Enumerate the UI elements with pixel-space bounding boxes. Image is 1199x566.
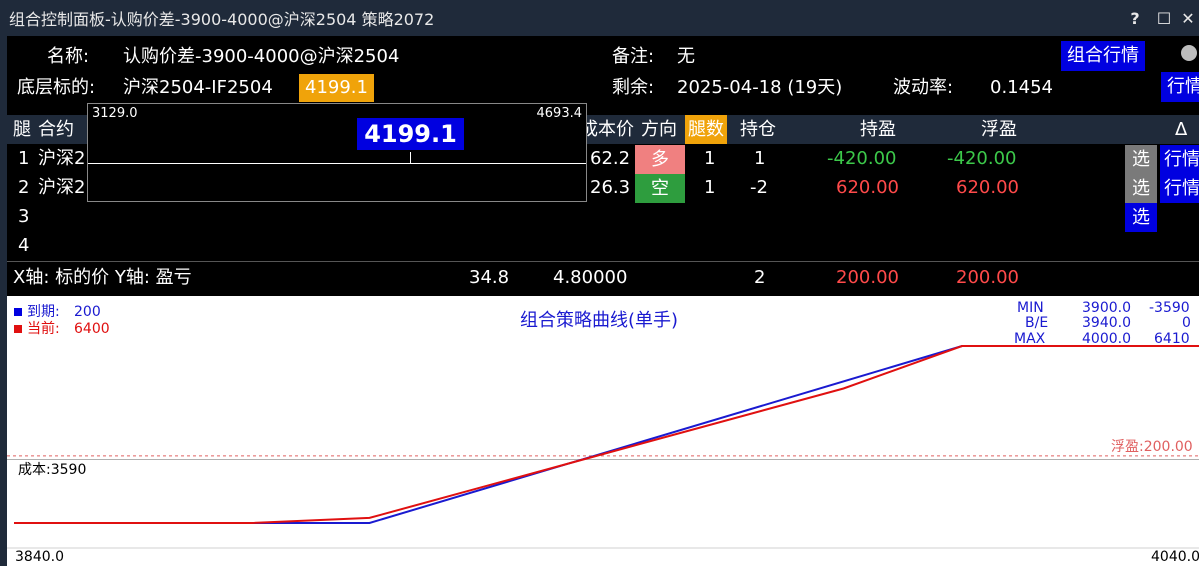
- stat-min-y: -3590: [1149, 300, 1190, 316]
- stat-max-x: 4000.0: [1082, 331, 1131, 347]
- vol-label: 波动率:: [893, 77, 954, 98]
- cost-label: 成本:3590: [18, 462, 87, 479]
- row-contract: 沪深2: [38, 177, 86, 198]
- row-index: 4: [18, 235, 30, 256]
- expiry-payoff-line: [14, 345, 1199, 524]
- name-value: 认购价差-3900-4000@沪深2504: [123, 46, 400, 67]
- vol-value: 0.1454: [990, 77, 1053, 98]
- slider-track[interactable]: [88, 163, 586, 164]
- header-direction: 方向: [641, 119, 677, 140]
- maximize-icon[interactable]: ☐: [1152, 0, 1176, 36]
- underlying-price-slider-popup[interactable]: 3129.0 4693.4 4199.1: [87, 103, 587, 202]
- float-pnl-label: 浮盈:200.00: [1111, 438, 1193, 455]
- slider-min-label: 3129.0: [92, 106, 138, 121]
- quote-button[interactable]: 行情: [1161, 72, 1199, 102]
- direction-short-badge[interactable]: 空: [635, 174, 685, 203]
- legend-expiry-value: 200: [74, 304, 101, 320]
- select-button[interactable]: 选: [1125, 145, 1157, 174]
- legend-expiry-swatch: [14, 308, 22, 316]
- help-icon[interactable]: ?: [1124, 0, 1146, 36]
- left-border: [0, 36, 7, 566]
- stat-min-name: MIN: [1017, 300, 1044, 316]
- underlying-price[interactable]: 4199.1: [299, 74, 374, 102]
- row-float-pnl: -420.00: [947, 148, 1017, 169]
- remaining-value: 2025-04-18 (19天): [677, 77, 843, 98]
- header-contract: 合约: [38, 119, 74, 140]
- header-float-pnl: 浮盈: [981, 119, 1017, 140]
- header-position: 持仓: [740, 119, 776, 140]
- axes-label: X轴: 标的价 Y轴: 盈亏: [13, 267, 192, 288]
- slider-current-value: 4199.1: [357, 118, 464, 150]
- slider-max-label: 4693.4: [536, 106, 583, 121]
- underlying-label: 底层标的:: [17, 77, 96, 98]
- slider-handle[interactable]: [410, 152, 411, 163]
- close-icon[interactable]: ✕: [1177, 0, 1199, 36]
- row-leg-count: 1: [704, 177, 716, 198]
- chart-title: 组合策略曲线(单手): [520, 310, 679, 331]
- summary-hold-pnl: 200.00: [836, 267, 899, 288]
- remaining-label: 剩余:: [612, 77, 655, 98]
- name-label: 名称:: [47, 46, 90, 67]
- current-payoff-line: [14, 345, 1199, 524]
- stat-max-y: 6410: [1154, 331, 1190, 347]
- legend-current-swatch: [14, 325, 22, 333]
- legend-current-value: 6400: [74, 321, 110, 337]
- stat-be-name: B/E: [1025, 315, 1049, 331]
- row-cost-price: 62.2: [590, 148, 631, 169]
- stat-max-name: MAX: [1014, 331, 1046, 347]
- legend-expiry-label: 到期:: [27, 304, 60, 320]
- remark-value: 无: [677, 46, 695, 67]
- stat-be-y: 0: [1182, 315, 1191, 331]
- row-float-pnl: 620.00: [956, 177, 1019, 198]
- row-quote-button[interactable]: 行情: [1160, 145, 1199, 174]
- header-cost-price: 成本价: [580, 119, 634, 140]
- header-hold-pnl: 持盈: [860, 119, 896, 140]
- row-position: -2: [750, 177, 768, 198]
- row-cost-price: 26.3: [590, 177, 631, 198]
- status-indicator-icon: [1181, 45, 1197, 61]
- row-index: 2: [18, 177, 30, 198]
- x-axis-min-label: 3840.0: [15, 549, 64, 565]
- stat-be-x: 3940.0: [1082, 315, 1131, 331]
- header-delta: Δ: [1175, 119, 1188, 140]
- select-button[interactable]: 选: [1125, 174, 1157, 203]
- window-titlebar: 组合控制面板-认购价差-3900-4000@沪深2504 策略2072 ? ☐ …: [0, 0, 1199, 36]
- select-button[interactable]: 选: [1125, 203, 1157, 232]
- stat-min-x: 3900.0: [1082, 300, 1131, 316]
- underlying-value: 沪深2504-IF2504: [123, 77, 273, 98]
- x-axis-max-label: 4040.0: [1151, 549, 1199, 565]
- summary-col2: 4.80000: [553, 267, 628, 288]
- row-quote-button[interactable]: 行情: [1160, 174, 1199, 203]
- summary-float-pnl: 200.00: [956, 267, 1019, 288]
- summary-col1: 34.8: [469, 267, 510, 288]
- row-leg-count: 1: [704, 148, 716, 169]
- direction-long-badge[interactable]: 多: [635, 145, 685, 174]
- payoff-chart: 到期: 200 当前: 6400 组合策略曲线(单手) MIN 3900.0 -…: [7, 296, 1199, 566]
- header-leg-count: 腿数: [685, 115, 727, 144]
- remark-label: 备注:: [612, 46, 655, 67]
- header-leg: 腿: [13, 119, 31, 140]
- row-position: 1: [754, 148, 766, 169]
- row-index: 3: [18, 206, 30, 227]
- row-index: 1: [18, 148, 30, 169]
- row-hold-pnl: 620.00: [836, 177, 899, 198]
- row-contract: 沪深2: [38, 148, 86, 169]
- row-hold-pnl: -420.00: [827, 148, 897, 169]
- window-title: 组合控制面板-认购价差-3900-4000@沪深2504 策略2072: [9, 10, 435, 29]
- legend-current-label: 当前:: [27, 321, 60, 337]
- combo-quote-button[interactable]: 组合行情: [1061, 41, 1145, 71]
- summary-position: 2: [754, 267, 766, 288]
